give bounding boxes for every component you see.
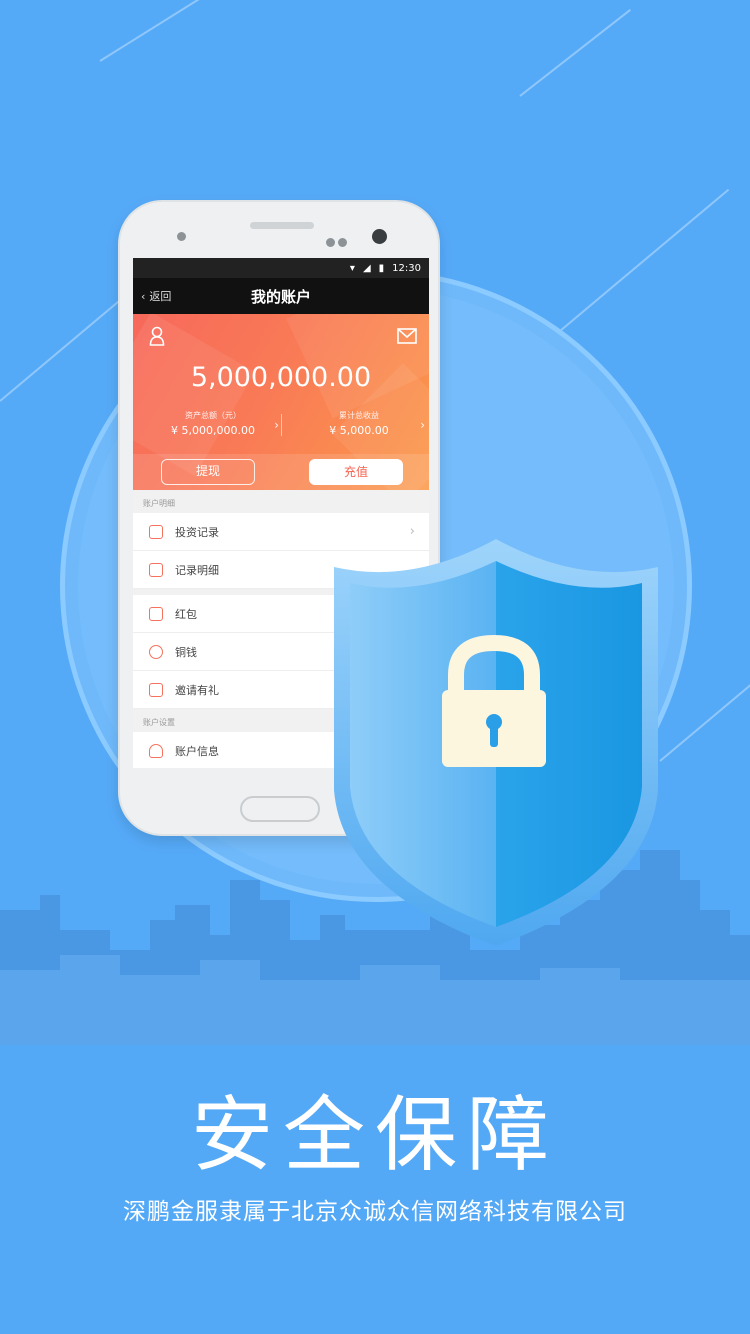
list-item-label: 邀请有礼 bbox=[175, 683, 219, 697]
account-summary-card: 5,000,000.00 资产总额（元） ¥ 5,000,000.00 › 累计… bbox=[133, 314, 429, 490]
wifi-icon: ▾ bbox=[349, 262, 355, 274]
records-icon bbox=[149, 524, 163, 539]
phone-front-lens bbox=[372, 229, 387, 244]
list-item-label: 铜钱 bbox=[175, 645, 197, 659]
phone-camera bbox=[177, 232, 186, 241]
stat-divider bbox=[281, 414, 282, 436]
nav-bar: ‹ 返回 我的账户 bbox=[133, 278, 429, 314]
money-bag-icon bbox=[149, 644, 163, 659]
withdraw-button[interactable]: 提现 bbox=[161, 459, 255, 485]
list-item-label: 账户信息 bbox=[175, 744, 219, 758]
action-button-row: 提现 充值 bbox=[133, 454, 429, 490]
chevron-right-icon: › bbox=[274, 418, 279, 432]
user-icon[interactable] bbox=[149, 326, 165, 346]
red-packet-icon bbox=[149, 606, 163, 621]
background-streak bbox=[559, 188, 730, 332]
chevron-right-icon: › bbox=[420, 418, 425, 432]
document-icon bbox=[149, 562, 163, 577]
company-statement: 深鹏金服隶属于北京众诚众信网络科技有限公司 bbox=[123, 1199, 627, 1225]
back-label: 返回 bbox=[149, 290, 172, 303]
stat-label: 资产总额（元） bbox=[185, 411, 241, 420]
stat-value: ¥ 5,000.00 bbox=[329, 424, 389, 437]
section-title: 账户明细 bbox=[143, 499, 175, 508]
phone-sensors bbox=[326, 232, 352, 247]
user-icon bbox=[149, 743, 163, 758]
mail-icon[interactable] bbox=[397, 328, 417, 344]
back-button[interactable]: ‹ 返回 bbox=[141, 288, 171, 304]
phone-speaker bbox=[250, 222, 314, 229]
recharge-button[interactable]: 充值 bbox=[309, 459, 403, 485]
total-earnings-stat[interactable]: 累计总收益 ¥ 5,000.00 › bbox=[289, 410, 429, 437]
headline: 安全保障 bbox=[190, 1088, 559, 1183]
total-assets-stat[interactable]: 资产总额（元） ¥ 5,000,000.00 › bbox=[143, 410, 283, 437]
chevron-left-icon: ‹ bbox=[141, 289, 146, 303]
list-item-label: 红包 bbox=[175, 607, 197, 621]
signal-icon: ◢ bbox=[362, 262, 371, 274]
stat-label: 累计总收益 bbox=[339, 411, 379, 420]
background-streak bbox=[99, 0, 271, 62]
status-bar: ▾ ◢ ▮ 12:30 bbox=[133, 258, 429, 278]
gift-icon bbox=[149, 682, 163, 697]
list-item-label: 投资记录 bbox=[175, 525, 219, 539]
list-item-label: 记录明细 bbox=[175, 563, 219, 577]
security-shield-icon bbox=[334, 539, 658, 946]
background-streak bbox=[519, 9, 631, 97]
background-streak bbox=[659, 683, 750, 762]
stat-value: ¥ 5,000,000.00 bbox=[171, 424, 255, 437]
page-title: 我的账户 bbox=[250, 287, 311, 306]
balance-amount: 5,000,000.00 bbox=[190, 362, 372, 393]
home-button bbox=[240, 796, 320, 822]
battery-icon: ▮ bbox=[378, 262, 385, 274]
status-time: 12:30 bbox=[392, 262, 421, 274]
